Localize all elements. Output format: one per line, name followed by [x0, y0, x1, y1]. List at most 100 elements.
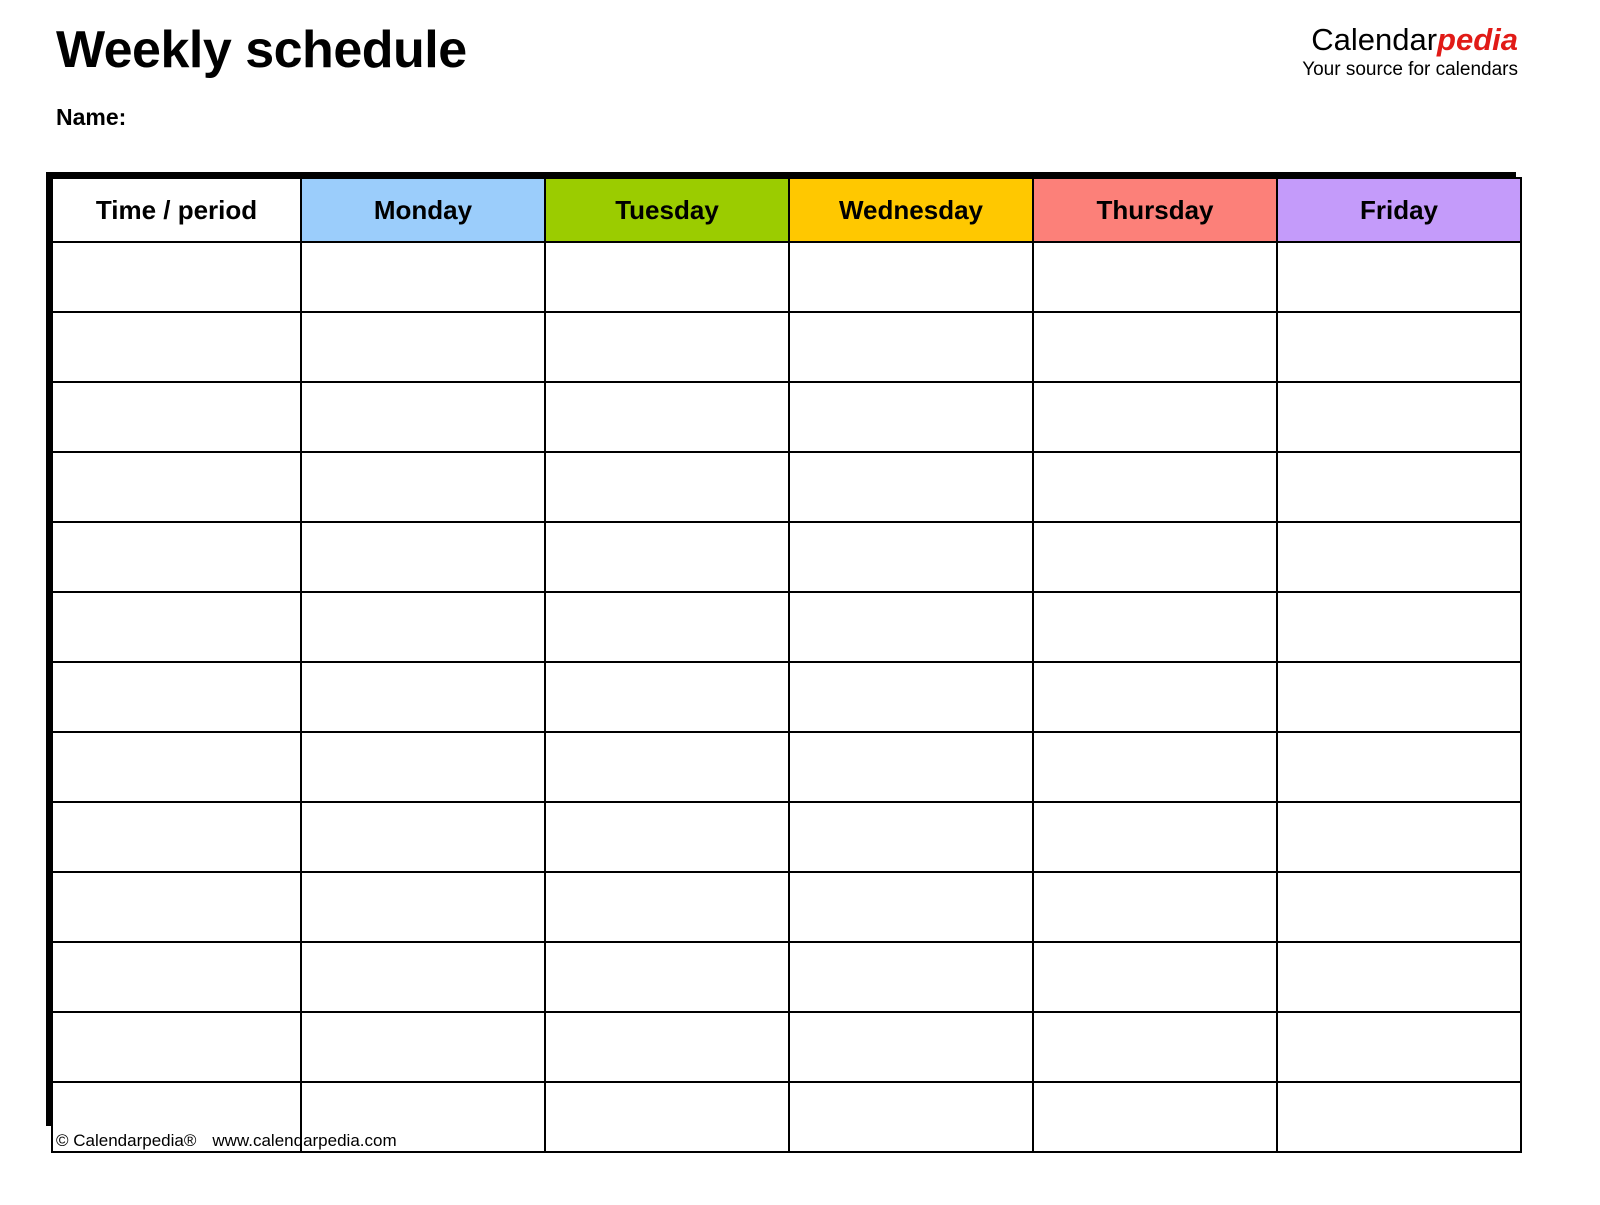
schedule-entry-cell[interactable] [788, 381, 1034, 453]
column-header-friday: Friday [1276, 177, 1522, 243]
time-period-cell[interactable] [51, 941, 302, 1013]
schedule-entry-cell[interactable] [1276, 311, 1522, 383]
schedule-entry-cell[interactable] [1032, 311, 1278, 383]
time-period-cell[interactable] [51, 1011, 302, 1083]
schedule-entry-cell[interactable] [1032, 801, 1278, 873]
schedule-entry-cell[interactable] [1032, 591, 1278, 663]
schedule-entry-cell[interactable] [1276, 521, 1522, 593]
schedule-entry-cell[interactable] [1032, 241, 1278, 313]
schedule-entry-cell[interactable] [1276, 871, 1522, 943]
time-period-cell[interactable] [51, 731, 302, 803]
table-row [51, 941, 1522, 1013]
schedule-entry-cell[interactable] [544, 941, 790, 1013]
schedule-entry-cell[interactable] [1032, 1011, 1278, 1083]
schedule-entry-cell[interactable] [1032, 731, 1278, 803]
schedule-entry-cell[interactable] [544, 1011, 790, 1083]
schedule-entry-cell[interactable] [300, 521, 546, 593]
schedule-entry-cell[interactable] [1276, 941, 1522, 1013]
schedule-entry-cell[interactable] [1276, 801, 1522, 873]
table-row [51, 451, 1522, 523]
table-row [51, 241, 1522, 313]
schedule-entry-cell[interactable] [788, 521, 1034, 593]
table-row [51, 521, 1522, 593]
page-header: Weekly schedule Name: Calendarpedia Your… [0, 0, 1600, 160]
schedule-entry-cell[interactable] [1032, 661, 1278, 733]
schedule-entry-cell[interactable] [1032, 1081, 1278, 1153]
schedule-entry-cell[interactable] [788, 1081, 1034, 1153]
column-header-tuesday: Tuesday [544, 177, 790, 243]
schedule-entry-cell[interactable] [788, 311, 1034, 383]
schedule-entry-cell[interactable] [544, 731, 790, 803]
schedule-entry-cell[interactable] [544, 1081, 790, 1153]
time-period-cell[interactable] [51, 591, 302, 663]
schedule-entry-cell[interactable] [1276, 241, 1522, 313]
schedule-entry-cell[interactable] [300, 871, 546, 943]
table-header-row: Time / period Monday Tuesday Wednesday Thurs… [51, 177, 1522, 243]
name-field-label: Name: [56, 104, 127, 130]
schedule-entry-cell[interactable] [788, 661, 1034, 733]
schedule-entry-cell[interactable] [544, 381, 790, 453]
calendarpedia-logo: Calendarpedia Your source for calendars [1302, 22, 1518, 78]
schedule-entry-cell[interactable] [544, 801, 790, 873]
schedule-entry-cell[interactable] [300, 1011, 546, 1083]
schedule-entry-cell[interactable] [788, 1011, 1034, 1083]
time-period-cell[interactable] [51, 451, 302, 523]
schedule-entry-cell[interactable] [544, 241, 790, 313]
schedule-entry-cell[interactable] [1032, 521, 1278, 593]
table-row [51, 591, 1522, 663]
schedule-entry-cell[interactable] [788, 731, 1034, 803]
table-row [51, 731, 1522, 803]
schedule-entry-cell[interactable] [788, 591, 1034, 663]
table-row [51, 1011, 1522, 1083]
column-header-wednesday: Wednesday [788, 177, 1034, 243]
schedule-entry-cell[interactable] [1032, 871, 1278, 943]
brand-name-accent: pedia [1437, 22, 1518, 57]
schedule-entry-cell[interactable] [544, 871, 790, 943]
table-row [51, 661, 1522, 733]
schedule-entry-cell[interactable] [1276, 451, 1522, 523]
schedule-entry-cell[interactable] [544, 311, 790, 383]
schedule-entry-cell[interactable] [788, 451, 1034, 523]
schedule-entry-cell[interactable] [1032, 451, 1278, 523]
schedule-entry-cell[interactable] [300, 311, 546, 383]
brand-name: Calendarpedia [1302, 22, 1518, 57]
schedule-entry-cell[interactable] [788, 801, 1034, 873]
schedule-entry-cell[interactable] [1276, 381, 1522, 453]
schedule-entry-cell[interactable] [300, 801, 546, 873]
time-period-cell[interactable] [51, 521, 302, 593]
weekly-schedule-table: Time / period Monday Tuesday Wednesday Thurs… [51, 177, 1522, 1153]
schedule-entry-cell[interactable] [1276, 661, 1522, 733]
weekly-schedule-page: Weekly schedule Name: Calendarpedia Your… [0, 0, 1600, 1205]
time-period-cell[interactable] [51, 241, 302, 313]
schedule-entry-cell[interactable] [788, 941, 1034, 1013]
table-row [51, 801, 1522, 873]
schedule-entry-cell[interactable] [544, 521, 790, 593]
schedule-entry-cell[interactable] [544, 451, 790, 523]
time-period-cell[interactable] [51, 871, 302, 943]
schedule-entry-cell[interactable] [1276, 1011, 1522, 1083]
schedule-entry-cell[interactable] [300, 731, 546, 803]
time-period-cell[interactable] [51, 311, 302, 383]
schedule-entry-cell[interactable] [544, 661, 790, 733]
schedule-entry-cell[interactable] [1032, 941, 1278, 1013]
schedule-entry-cell[interactable] [300, 241, 546, 313]
schedule-entry-cell[interactable] [300, 381, 546, 453]
table-row [51, 871, 1522, 943]
column-header-time-period: Time / period [51, 177, 302, 243]
schedule-entry-cell[interactable] [788, 871, 1034, 943]
schedule-entry-cell[interactable] [300, 451, 546, 523]
schedule-entry-cell[interactable] [300, 591, 546, 663]
schedule-entry-cell[interactable] [300, 941, 546, 1013]
time-period-cell[interactable] [51, 381, 302, 453]
schedule-entry-cell[interactable] [1276, 1081, 1522, 1153]
schedule-entry-cell[interactable] [300, 661, 546, 733]
time-period-cell[interactable] [51, 801, 302, 873]
schedule-entry-cell[interactable] [788, 241, 1034, 313]
schedule-entry-cell[interactable] [1276, 591, 1522, 663]
column-header-thursday: Thursday [1032, 177, 1278, 243]
schedule-entry-cell[interactable] [544, 591, 790, 663]
schedule-entry-cell[interactable] [1276, 731, 1522, 803]
schedule-entry-cell[interactable] [1032, 381, 1278, 453]
page-footer: © Calendarpedia® www.calendarpedia.com [56, 1131, 397, 1151]
time-period-cell[interactable] [51, 661, 302, 733]
